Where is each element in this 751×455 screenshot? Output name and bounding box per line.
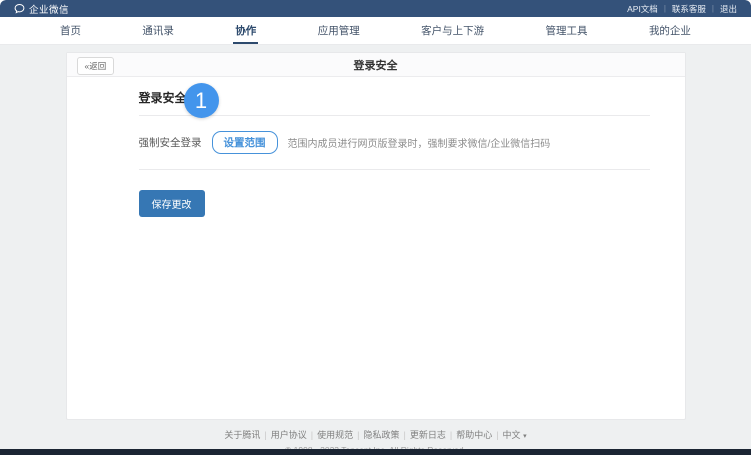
login-security-card: «返回 登录安全 登录安全 强制安全登录 设置范围 范围内成员进行网页版登录时，… bbox=[66, 52, 686, 420]
setting-description: 范围内成员进行网页版登录时，强制要求微信/企业微信扫码 bbox=[288, 135, 551, 150]
nav-tab-app-management[interactable]: 应用管理 bbox=[316, 19, 362, 44]
card-body: 登录安全 强制安全登录 设置范围 范围内成员进行网页版登录时，强制要求微信/企业… bbox=[67, 77, 685, 217]
nav-tab-customers[interactable]: 客户与上下游 bbox=[419, 19, 486, 44]
app-logo-label: 企业微信 bbox=[29, 2, 69, 16]
topbar-link-logout[interactable]: 退出 bbox=[720, 3, 737, 15]
caret-down-icon: ▾ bbox=[523, 433, 527, 440]
nav-tab-my-company[interactable]: 我的企业 bbox=[647, 19, 693, 44]
divider bbox=[139, 169, 650, 170]
wecom-admin-page: 企业微信 API文档 | 联系客服 | 退出 首页 通讯录 协作 应用管理 客户… bbox=[0, 0, 751, 455]
topbar-link-api-docs[interactable]: API文档 bbox=[627, 3, 658, 15]
footer-link-privacy-policy[interactable]: 隐私政策 bbox=[363, 430, 399, 440]
content-area: «返回 登录安全 登录安全 强制安全登录 设置范围 范围内成员进行网页版登录时，… bbox=[0, 45, 751, 420]
app-logo[interactable]: 企业微信 bbox=[14, 2, 69, 16]
bottom-bar bbox=[0, 449, 751, 455]
separator: | bbox=[307, 430, 317, 440]
language-label: 中文 bbox=[503, 430, 521, 440]
separator: | bbox=[712, 4, 714, 13]
page-title: 登录安全 bbox=[354, 57, 398, 73]
separator: | bbox=[664, 4, 666, 13]
footer-link-help-center[interactable]: 帮助中心 bbox=[456, 430, 492, 440]
setting-label: 强制安全登录 bbox=[139, 135, 202, 150]
footer-link-changelog[interactable]: 更新日志 bbox=[410, 430, 446, 440]
back-button[interactable]: «返回 bbox=[77, 57, 115, 75]
forced-secure-login-row: 强制安全登录 设置范围 范围内成员进行网页版登录时，强制要求微信/企业微信扫码 bbox=[139, 131, 650, 154]
divider bbox=[139, 115, 650, 116]
topbar-link-contact-support[interactable]: 联系客服 bbox=[672, 3, 706, 15]
separator: | bbox=[399, 430, 409, 440]
separator: | bbox=[260, 430, 270, 440]
topbar: 企业微信 API文档 | 联系客服 | 退出 bbox=[0, 0, 751, 17]
nav-tab-admin-tools[interactable]: 管理工具 bbox=[544, 19, 590, 44]
footer-link-about-tencent[interactable]: 关于腾讯 bbox=[224, 430, 260, 440]
card-header: «返回 登录安全 bbox=[67, 53, 685, 77]
separator: | bbox=[446, 430, 456, 440]
annotation-badge-1: 1 bbox=[184, 83, 219, 118]
language-selector[interactable]: 中文 ▾ bbox=[503, 430, 527, 440]
topbar-links: API文档 | 联系客服 | 退出 bbox=[627, 3, 737, 15]
main-nav: 首页 通讯录 协作 应用管理 客户与上下游 管理工具 我的企业 bbox=[0, 17, 751, 45]
footer-link-user-agreement[interactable]: 用户协议 bbox=[271, 430, 307, 440]
save-changes-button[interactable]: 保存更改 bbox=[139, 190, 205, 217]
chat-bubble-icon bbox=[14, 3, 25, 14]
nav-tab-home[interactable]: 首页 bbox=[58, 19, 83, 44]
separator: | bbox=[492, 430, 502, 440]
set-scope-button[interactable]: 设置范围 bbox=[212, 131, 278, 154]
separator: | bbox=[353, 430, 363, 440]
footer-links: 关于腾讯|用户协议|使用规范|隐私政策|更新日志|帮助中心|中文 ▾ bbox=[0, 428, 751, 441]
nav-tab-contacts[interactable]: 通讯录 bbox=[140, 19, 176, 44]
footer-link-usage-rules[interactable]: 使用规范 bbox=[317, 430, 353, 440]
nav-tab-collaboration[interactable]: 协作 bbox=[233, 19, 258, 44]
